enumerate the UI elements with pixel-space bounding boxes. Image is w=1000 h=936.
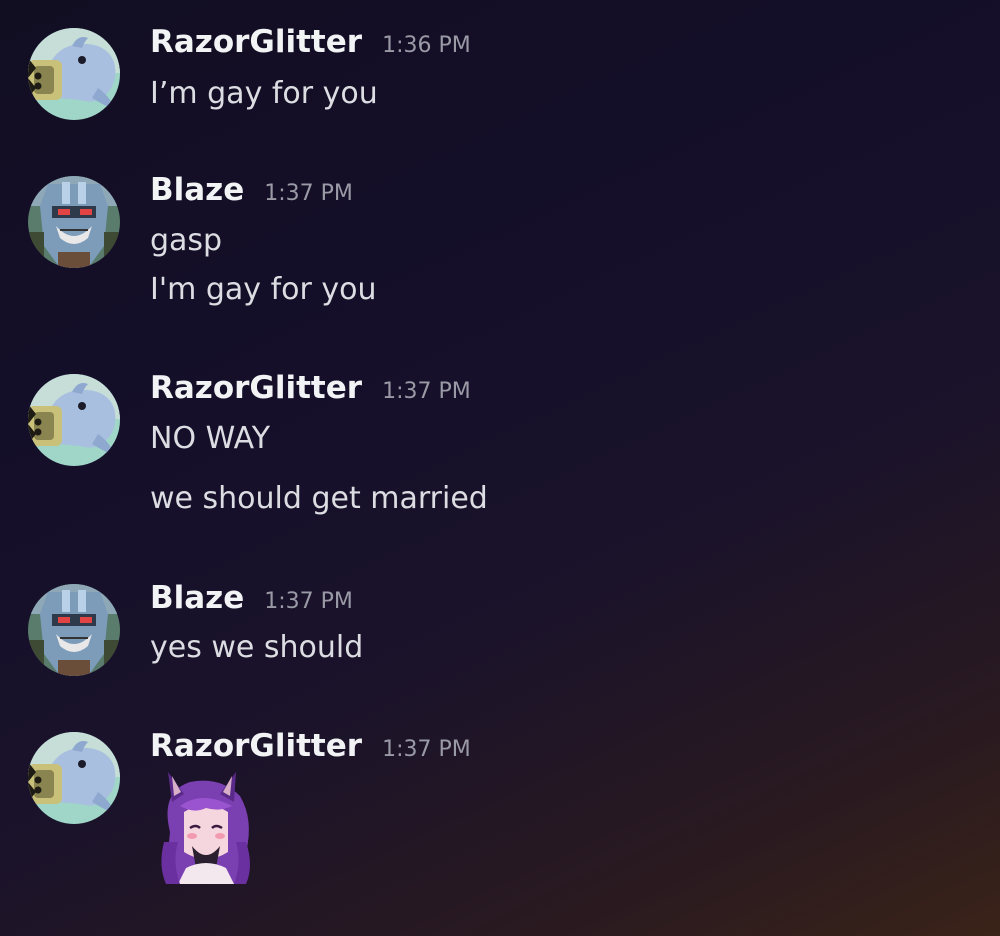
username[interactable]: RazorGlitter [150,370,362,406]
robot-avatar-icon[interactable] [28,176,120,268]
message-header: Blaze 1:37 PM [150,172,353,212]
username[interactable]: Blaze [150,172,244,208]
username[interactable]: Blaze [150,580,244,616]
message-text: I'm gay for you [150,272,377,307]
timestamp: 1:37 PM [264,181,353,206]
message-list: RazorGlitter 1:36 PM I’m gay for you Bla… [0,0,1000,936]
message-text: I’m gay for you [150,76,378,111]
shark-avatar-icon[interactable] [28,28,120,120]
timestamp: 1:37 PM [264,589,353,614]
timestamp: 1:37 PM [382,737,471,762]
message-text: yes we should [150,630,364,665]
purple-hair-cat-girl-sticker-icon[interactable] [150,770,262,886]
shark-avatar-icon[interactable] [28,732,120,824]
shark-avatar-icon[interactable] [28,374,120,466]
robot-avatar-icon[interactable] [28,584,120,676]
message-header: RazorGlitter 1:36 PM [150,24,471,64]
message-header: RazorGlitter 1:37 PM [150,728,471,768]
username[interactable]: RazorGlitter [150,728,362,764]
username[interactable]: RazorGlitter [150,24,362,60]
timestamp: 1:36 PM [382,33,471,58]
message-text: gasp [150,223,223,258]
message-text: we should get married [150,481,488,516]
message-header: RazorGlitter 1:37 PM [150,370,471,410]
timestamp: 1:37 PM [382,379,471,404]
message-text: NO WAY [150,421,271,456]
message-header: Blaze 1:37 PM [150,580,353,620]
